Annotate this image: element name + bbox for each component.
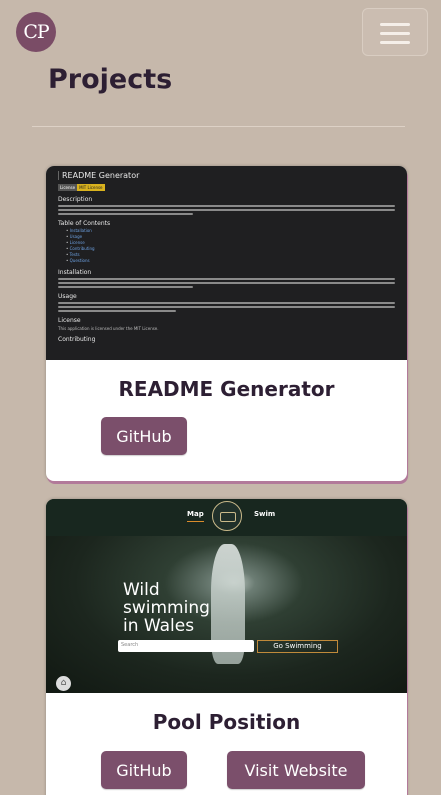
preview-go-button: Go Swimming: [257, 640, 338, 653]
badge-value: MIT License: [77, 184, 105, 191]
preview-toc: Installation Usage License Contributing …: [66, 228, 395, 264]
project-card-pool-position: Map Swim Wild swimming in Wales Search G…: [46, 499, 407, 795]
hamburger-icon-bar: [380, 32, 410, 35]
preview-section: Usage: [58, 293, 77, 300]
project-screenshot: Map Swim Wild swimming in Wales Search G…: [46, 499, 407, 693]
preview-nav-map: Map: [187, 510, 204, 522]
preview-search-input: Search: [118, 640, 254, 652]
preview-section: Table of Contents: [58, 220, 111, 227]
preview-section: Installation: [58, 269, 92, 276]
hamburger-icon-bar: [380, 41, 410, 44]
project-title: Pool Position: [152, 710, 301, 734]
preview-text: [58, 302, 395, 312]
github-button[interactable]: GitHub: [101, 417, 187, 455]
preview-logo-icon: [212, 501, 242, 531]
preview-section: Description: [58, 196, 93, 203]
project-screenshot: README Generator License MIT License Desc…: [46, 166, 407, 360]
github-button[interactable]: GitHub: [101, 751, 187, 789]
hero-line: swimming: [123, 598, 210, 618]
project-title: README Generator: [118, 377, 335, 401]
preview-nav: Map Swim: [46, 499, 407, 536]
divider: [32, 126, 405, 127]
hero-line: in Wales: [123, 616, 195, 636]
page-title: Projects: [48, 64, 173, 95]
preview-heading: README Generator: [58, 171, 395, 180]
preview-nav-swim: Swim: [254, 510, 276, 518]
badge-label: License: [58, 184, 78, 191]
preview-license-text: This application is licensed under the M…: [58, 326, 159, 331]
menu-toggle-button[interactable]: [362, 8, 428, 56]
hamburger-icon: [380, 23, 410, 26]
home-icon: ⌂: [56, 676, 71, 691]
hero-line: Wild: [123, 580, 160, 600]
visit-website-button[interactable]: Visit Website: [227, 751, 365, 789]
preview-hero-text: Wild swimming in Wales: [123, 581, 210, 635]
license-badge: License MIT License: [58, 184, 105, 191]
preview-section: License: [58, 317, 81, 324]
preview-text: [58, 205, 395, 215]
site-logo[interactable]: CP: [16, 12, 56, 52]
preview-text: [58, 278, 395, 288]
project-card-readme-generator: README Generator License MIT License Desc…: [46, 166, 407, 481]
preview-section: Contributing: [58, 336, 96, 343]
toc-item: Questions: [66, 258, 395, 264]
